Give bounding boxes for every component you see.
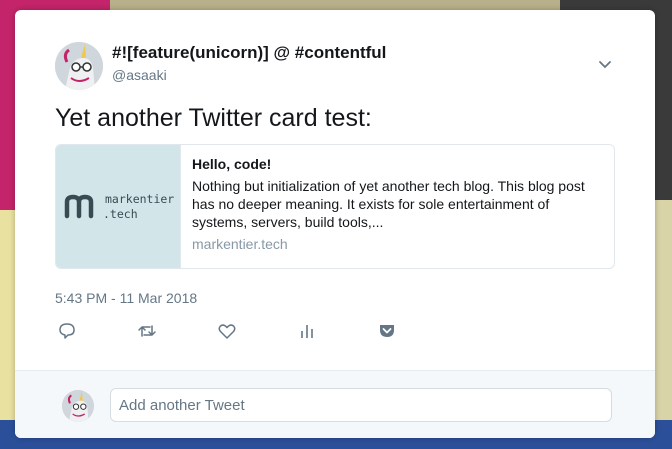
link-title: Hello, code! <box>192 156 272 172</box>
link-body: Hello, code! Nothing but initialization … <box>192 156 602 252</box>
display-name[interactable]: #![feature(unicorn)] @ #contentful <box>112 43 386 63</box>
reply-avatar <box>62 390 94 422</box>
markentier-logo-icon <box>64 194 94 219</box>
like-icon[interactable] <box>217 321 239 343</box>
logo-text-line2: .tech <box>103 207 138 221</box>
analytics-icon[interactable] <box>297 321 319 343</box>
link-domain: markentier.tech <box>192 236 288 252</box>
pocket-icon[interactable] <box>377 321 399 343</box>
reply-icon[interactable] <box>57 321 79 343</box>
chevron-down-icon[interactable] <box>597 56 613 72</box>
tweet-modal: #![feature(unicorn)] @ #contentful @asaa… <box>15 10 655 438</box>
retweet-icon[interactable] <box>137 321 159 343</box>
unicorn-avatar-icon <box>62 390 94 422</box>
avatar[interactable] <box>55 42 103 90</box>
link-preview-card[interactable]: markentier .tech Hello, code! Nothing bu… <box>55 144 615 269</box>
unicorn-avatar-icon <box>55 42 103 90</box>
user-handle[interactable]: @asaaki <box>112 67 167 83</box>
reply-bar <box>15 370 655 438</box>
reply-input[interactable] <box>110 388 612 422</box>
link-description: Nothing but initialization of yet anothe… <box>192 178 585 230</box>
tweet-text: Yet another Twitter card test: <box>55 104 372 132</box>
link-thumbnail: markentier .tech <box>56 145 181 268</box>
tweet-timestamp[interactable]: 5:43 PM - 11 Mar 2018 <box>55 290 197 306</box>
logo-text-line1: markentier <box>105 192 175 206</box>
